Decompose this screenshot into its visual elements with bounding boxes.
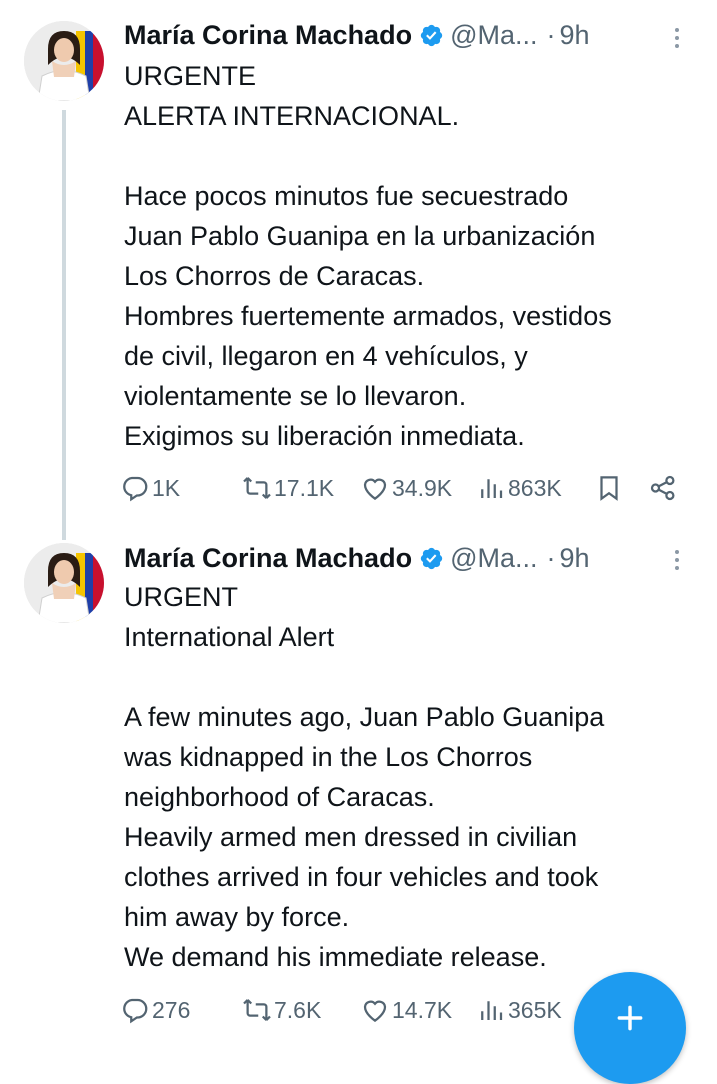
bookmark-button[interactable] (594, 468, 624, 508)
action-bar: 1K 17.1K 34.9K 863K (120, 468, 700, 508)
repost-button[interactable]: 17.1K (242, 468, 334, 508)
text-line: URGENT (124, 582, 238, 612)
tweet-text: URGENTE ALERTA INTERNACIONAL. Hace pocos… (124, 56, 704, 456)
compose-plus-icon (617, 1005, 643, 1031)
timestamp[interactable]: 9h (559, 543, 589, 574)
repost-count: 7.6K (274, 996, 322, 1023)
reply-icon (123, 476, 148, 502)
verified-badge-icon (420, 24, 443, 46)
views-button[interactable]: 863K (476, 468, 562, 508)
verified-badge-icon (420, 547, 443, 569)
text-line: Exigimos su liberación inmediata. (124, 421, 525, 451)
views-button[interactable]: 365K (476, 990, 562, 1030)
like-icon (363, 1000, 387, 1022)
repost-icon (243, 999, 271, 1021)
text-line: Hombres fuertemente armados, vestidos (124, 301, 612, 331)
avatar[interactable] (24, 21, 104, 101)
views-icon (481, 479, 503, 498)
tweet[interactable]: María Corina Machado @Ma... · 9h URGENTE… (0, 0, 717, 540)
reply-button[interactable]: 1K (120, 468, 180, 508)
text-line: Juan Pablo Guanipa en la urbanización (124, 221, 596, 251)
view-count: 365K (508, 996, 562, 1023)
like-count: 14.7K (392, 996, 453, 1023)
like-icon (363, 478, 387, 500)
share-icon (650, 475, 675, 501)
separator: · (546, 19, 556, 50)
text-line: de civil, llegaron en 4 vehículos, y (124, 341, 528, 371)
author-name[interactable]: María Corina Machado (124, 543, 412, 574)
text-line: We demand his immediate release. (124, 942, 547, 972)
reply-count: 276 (152, 996, 191, 1023)
reply-button[interactable]: 276 (120, 990, 190, 1030)
thread-line (62, 110, 66, 540)
reply-icon (123, 998, 148, 1024)
text-line: Hace pocos minutos fue secuestrado (124, 181, 569, 211)
author-handle[interactable]: @Ma... (450, 543, 537, 574)
text-line: was kidnapped in the Los Chorros (124, 742, 533, 772)
view-count: 863K (508, 474, 562, 501)
author-handle[interactable]: @Ma... (450, 20, 537, 51)
share-button[interactable] (648, 468, 678, 508)
text-line: clothes arrived in four vehicles and too… (124, 862, 599, 892)
like-button[interactable]: 14.7K (360, 990, 452, 1030)
views-icon (481, 1001, 503, 1020)
text-line: neighborhood of Caracas. (124, 782, 435, 812)
compose-button[interactable] (574, 972, 686, 1084)
text-line: violentamente se lo llevaron. (124, 381, 467, 411)
more-options-icon[interactable] (662, 20, 692, 56)
tweet-text: URGENT International Alert A few minutes… (124, 577, 704, 977)
avatar[interactable] (24, 543, 104, 623)
tweet[interactable]: María Corina Machado @Ma... · 9h URGENT … (0, 540, 717, 1024)
text-line (124, 657, 704, 697)
text-line (124, 136, 704, 176)
reply-count: 1K (152, 474, 181, 501)
text-line: him away by force. (124, 902, 350, 932)
timestamp[interactable]: 9h (559, 20, 589, 51)
separator: · (546, 542, 556, 573)
text-line: A few minutes ago, Juan Pablo Guanipa (124, 702, 605, 732)
text-line: ALERTA INTERNACIONAL. (124, 101, 460, 131)
text-line: International Alert (124, 622, 335, 652)
like-count: 34.9K (392, 474, 453, 501)
author-name[interactable]: María Corina Machado (124, 20, 412, 51)
repost-icon (243, 477, 271, 499)
bookmark-icon (600, 476, 618, 501)
text-line: URGENTE (124, 61, 257, 91)
like-button[interactable]: 34.9K (360, 468, 452, 508)
repost-count: 17.1K (274, 474, 335, 501)
repost-button[interactable]: 7.6K (242, 990, 321, 1030)
text-line: Heavily armed men dressed in civilian (124, 822, 578, 852)
more-options-icon[interactable] (662, 542, 692, 578)
text-line: Los Chorros de Caracas. (124, 261, 425, 291)
